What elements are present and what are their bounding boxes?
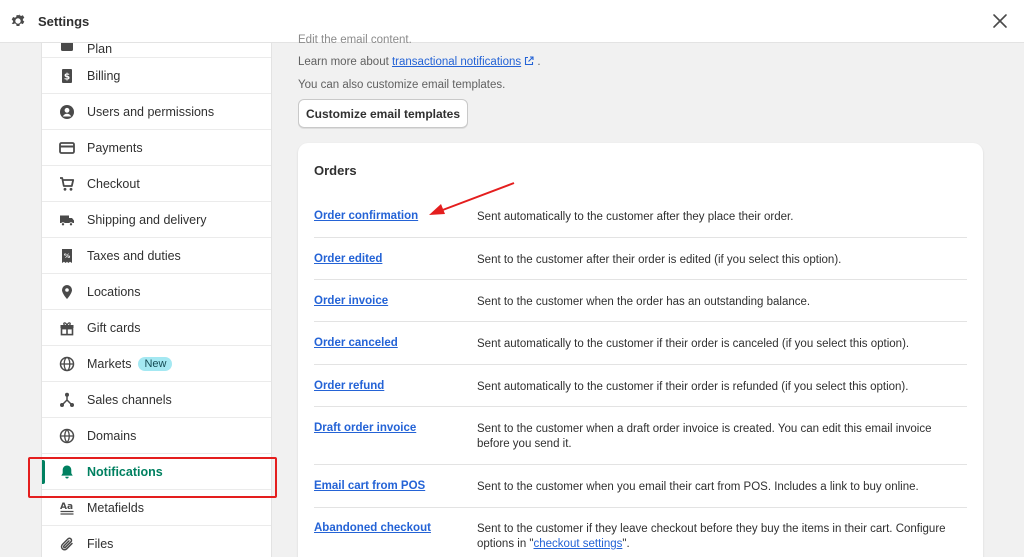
notification-row: Abandoned checkout Sent to the customer … [314,508,967,557]
close-icon[interactable] [992,13,1008,29]
gift-icon [58,319,76,337]
sidebar-item-shipping-and-delivery[interactable]: Shipping and delivery [42,202,271,238]
sidebar-item-files[interactable]: Files [42,526,271,557]
sidebar-item-label: Payments [87,140,143,155]
globe-icon [58,355,76,373]
sidebar-item-gift-cards[interactable]: Gift cards [42,310,271,346]
payments-icon [58,139,76,157]
checkout-cart-icon [58,175,76,193]
checkout-settings-link[interactable]: checkout settings [534,538,623,550]
sidebar-item-label: Shipping and delivery [87,212,207,227]
sidebar-item-label: Domains [87,428,137,443]
transactional-notifications-link[interactable]: transactional notifications [392,56,521,68]
notification-description: Sent to the customer when the order has … [477,296,811,308]
notification-row: Order confirmation Sent automatically to… [314,195,967,238]
sales-channels-icon [58,391,76,409]
sidebar-item-label: Files [87,536,114,551]
sidebar-item-label: Markets [87,356,132,371]
order-canceled-link[interactable]: Order canceled [314,337,398,349]
orders-card: Orders Order confirmation Sent automatic… [298,143,983,557]
sidebar-item-payments[interactable]: Payments [42,130,271,166]
learn-more-suffix: . [534,56,541,68]
customize-email-templates-button[interactable]: Customize email templates [298,99,468,128]
sidebar-item-billing[interactable]: $ Billing [42,58,271,94]
sidebar-item-label: Sales channels [87,392,172,407]
plan-icon [58,43,76,58]
svg-text:Aa: Aa [60,502,73,512]
notification-row: Order edited Sent to the customer after … [314,238,967,280]
page-title: Settings [38,14,90,29]
order-confirmation-link[interactable]: Order confirmation [314,210,418,222]
order-refund-link[interactable]: Order refund [314,380,384,392]
notification-description: Sent automatically to the customer after… [477,211,794,223]
notification-row: Order canceled Sent automatically to the… [314,322,967,365]
taxes-icon: % [58,247,76,265]
notification-row: Order invoice Sent to the customer when … [314,280,967,322]
notification-description: Sent to the customer if they leave check… [477,522,962,552]
sidebar-item-label: Gift cards [87,320,141,335]
learn-more-text: Learn more about transactional notificat… [298,56,541,68]
sidebar-item-label: Notifications [87,464,163,479]
notification-row: Order refund Sent automatically to the c… [314,365,967,407]
metafields-icon: Aa [58,499,76,517]
sidebar-item-checkout[interactable]: Checkout [42,166,271,202]
draft-order-invoice-link[interactable]: Draft order invoice [314,422,416,434]
order-invoice-link[interactable]: Order invoice [314,295,388,307]
sidebar-item-metafields[interactable]: Aa Metafields [42,490,271,526]
order-edited-link[interactable]: Order edited [314,253,382,265]
sidebar-item-sales-channels[interactable]: Sales channels [42,382,271,418]
users-icon [58,103,76,121]
notification-row: Draft order invoice Sent to the customer… [314,407,967,465]
settings-sidebar: Plan $ Billing Users and permissions Pay… [41,43,272,557]
notification-description: Sent to the customer when you email thei… [477,481,919,493]
sidebar-item-locations[interactable]: Locations [42,274,271,310]
sidebar-item-label: Plan [87,43,113,56]
sidebar-item-plan[interactable]: Plan [42,43,271,58]
sidebar-item-taxes-and-duties[interactable]: % Taxes and duties [42,238,271,274]
notification-row: Email cart from POS Sent to the customer… [314,465,967,508]
sidebar-item-domains[interactable]: Domains [42,418,271,454]
top-bar: Settings [0,0,1024,43]
billing-icon: $ [58,67,76,85]
sidebar-item-label: Users and permissions [87,104,215,119]
new-badge: New [138,356,173,371]
svg-text:%: % [64,252,71,260]
paperclip-icon [58,535,76,553]
sidebar-item-label: Metafields [87,500,144,515]
customize-templates-text: You can also customize email templates. [298,79,506,91]
learn-more-prefix: Learn more about [298,56,392,68]
bell-icon [58,463,76,481]
email-cart-from-pos-link[interactable]: Email cart from POS [314,480,425,492]
notification-description: Sent automatically to the customer if th… [477,338,910,350]
domains-globe-icon [58,427,76,445]
external-link-icon [525,56,534,66]
sidebar-item-markets[interactable]: Markets New [42,346,271,382]
svg-text:$: $ [64,72,70,82]
sidebar-item-users-and-permissions[interactable]: Users and permissions [42,94,271,130]
notification-description: Sent to the customer when a draft order … [477,423,932,450]
email-content-text: Edit the email content. [298,34,412,46]
sidebar-item-label: Taxes and duties [87,248,181,263]
abandoned-checkout-link[interactable]: Abandoned checkout [314,522,431,534]
sidebar-item-notifications[interactable]: Notifications [42,454,271,490]
truck-icon [58,211,76,229]
sidebar-item-label: Locations [87,284,141,299]
sidebar-item-label: Checkout [87,176,140,191]
sidebar-item-label: Billing [87,68,121,83]
gear-icon [11,13,25,27]
location-pin-icon [58,283,76,301]
notification-description: Sent to the customer after their order i… [477,254,842,266]
orders-card-title: Orders [314,163,357,178]
notification-description: Sent automatically to the customer if th… [477,381,909,393]
description-suffix: ". [622,538,630,550]
